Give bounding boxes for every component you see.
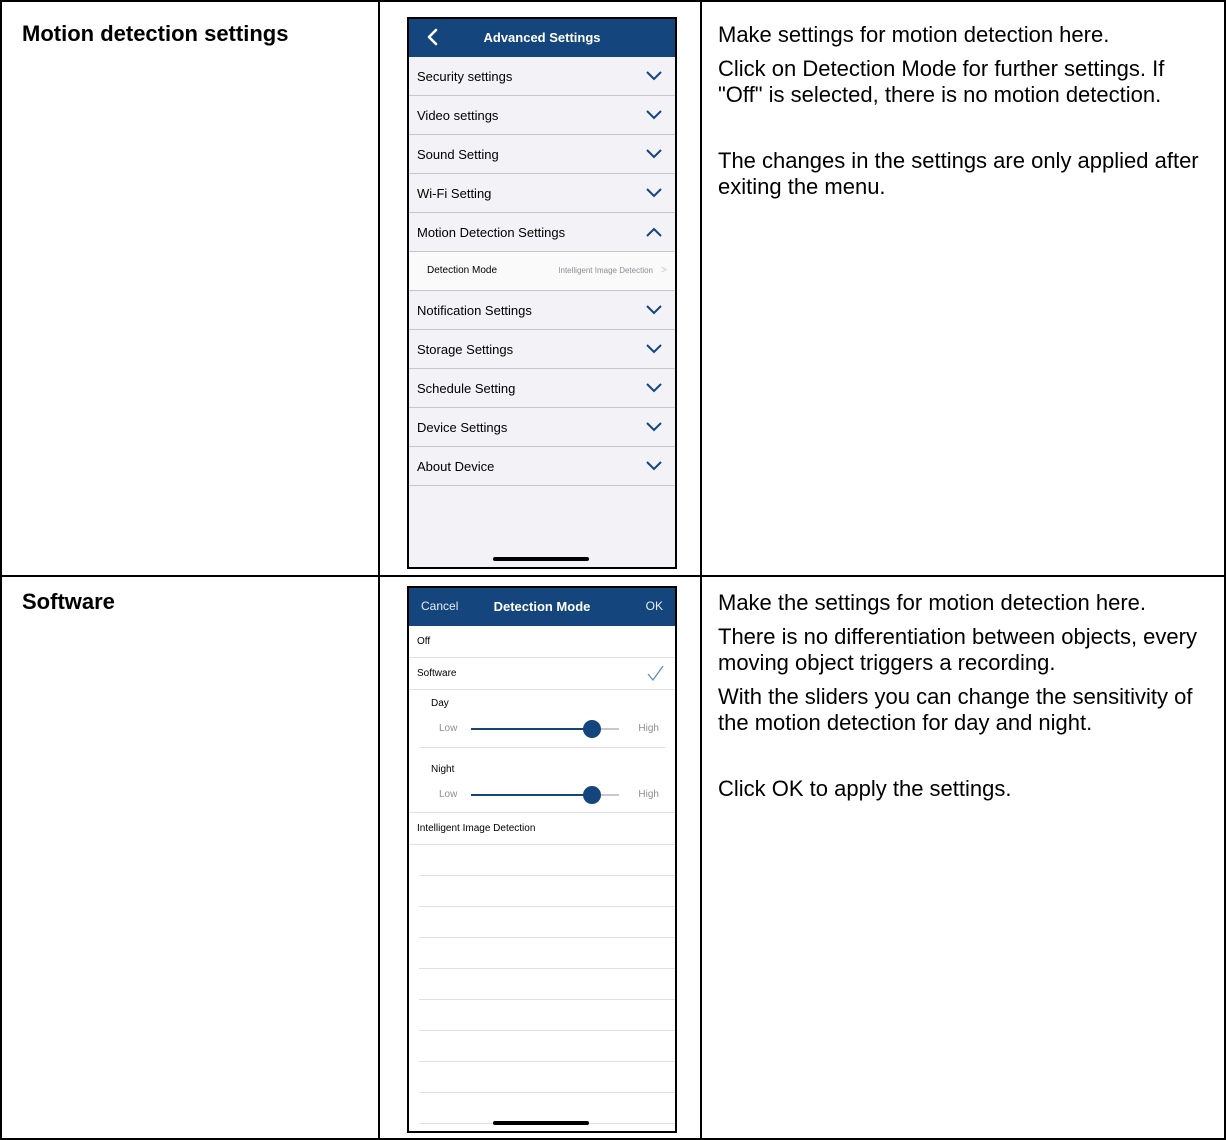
slider-high-label: High [638, 723, 659, 734]
slider-thumb[interactable] [583, 786, 602, 804]
night-sensitivity-slider[interactable]: Low High [419, 780, 659, 810]
settings-item-wifi[interactable]: Wi-Fi Setting [409, 174, 675, 213]
settings-item-label: Video settings [417, 108, 499, 123]
empty-row [419, 999, 675, 1031]
day-label: Day [431, 698, 449, 709]
settings-item-notification[interactable]: Notification Settings [409, 291, 675, 330]
chevron-down-icon [646, 149, 662, 159]
row2-paragraph: Click OK to apply the settings. [718, 776, 1012, 801]
option-label: Software [417, 668, 457, 679]
detection-mode-value: Intelligent Image Detection [558, 266, 653, 275]
row1-description: Make settings for motion detection here.… [718, 22, 1208, 208]
slider-thumb[interactable] [583, 720, 602, 738]
chevron-down-icon [646, 188, 662, 198]
settings-item-label: Device Settings [417, 420, 508, 435]
detection-mode-label: Detection Mode [427, 265, 498, 276]
settings-item-label: Security settings [417, 69, 513, 84]
settings-item-label: Schedule Setting [417, 381, 516, 396]
chevron-down-icon [646, 461, 662, 471]
ok-button[interactable]: OK [646, 599, 663, 613]
detection-mode-row[interactable]: Detection Mode Intelligent Image Detecti… [409, 252, 675, 291]
table-border-left [0, 0, 2, 1140]
advanced-settings-screenshot: Advanced Settings Security settings Vide… [407, 17, 677, 569]
settings-item-storage[interactable]: Storage Settings [409, 330, 675, 369]
divider [419, 747, 665, 748]
slider-fill [471, 794, 593, 796]
slider-fill [471, 728, 593, 730]
settings-item-sound[interactable]: Sound Setting [409, 135, 675, 174]
settings-item-video[interactable]: Video settings [409, 96, 675, 135]
chevron-down-icon [646, 110, 662, 120]
settings-item-label: Sound Setting [417, 147, 499, 162]
night-label: Night [431, 764, 455, 775]
row1-paragraph: Make settings for motion detection here. [718, 22, 1110, 47]
table-col-divider-2 [700, 0, 702, 1140]
table-row-divider [0, 575, 1226, 577]
option-label: Off [417, 636, 431, 647]
empty-row [419, 1030, 675, 1062]
slider-low-label: Low [439, 789, 458, 800]
settings-item-about[interactable]: About Device [409, 447, 675, 486]
empty-row [419, 1061, 675, 1093]
option-off[interactable]: Off [409, 626, 675, 658]
detection-mode-screenshot: Cancel Detection Mode OK Off Software Da… [407, 586, 677, 1133]
empty-row [419, 937, 675, 969]
slider-high-label: High [638, 789, 659, 800]
row1-title: Motion detection settings [22, 21, 289, 46]
option-label: Intelligent Image Detection [417, 823, 536, 834]
row2-description: Make the settings for motion detection h… [718, 590, 1208, 810]
option-intelligent-image-detection[interactable]: Intelligent Image Detection [409, 812, 675, 845]
nav-bar: Cancel Detection Mode OK [409, 588, 675, 626]
row2-paragraph: Make the settings for motion detection h… [718, 590, 1147, 615]
chevron-down-icon [646, 305, 662, 315]
settings-item-schedule[interactable]: Schedule Setting [409, 369, 675, 408]
chevron-down-icon [646, 344, 662, 354]
row1-paragraph: Click on Detection Mode for further sett… [718, 56, 1165, 107]
chevron-down-icon [646, 71, 662, 81]
settings-item-label: Storage Settings [417, 342, 514, 357]
slider-track [471, 786, 619, 804]
nav-title: Detection Mode [493, 599, 591, 614]
day-sensitivity-slider[interactable]: Low High [419, 714, 659, 744]
row2-paragraph: There is no differentiation between obje… [718, 624, 1197, 675]
chevron-right-icon: > [661, 265, 667, 276]
settings-item-label: Wi-Fi Setting [417, 186, 492, 201]
row1-paragraph: The changes in the settings are only app… [718, 148, 1199, 199]
home-indicator [493, 557, 589, 561]
empty-row [419, 906, 675, 938]
table-border-top [0, 0, 1226, 2]
settings-item-motion-detection[interactable]: Motion Detection Settings [409, 213, 675, 252]
chevron-down-icon [646, 422, 662, 432]
slider-low-label: Low [439, 723, 458, 734]
checkmark-icon [647, 665, 664, 681]
table-col-divider-1 [378, 0, 380, 1140]
option-software[interactable]: Software [409, 658, 675, 690]
settings-item-security[interactable]: Security settings [409, 57, 675, 96]
empty-row [419, 875, 675, 907]
chevron-up-icon [646, 227, 662, 237]
slider-track [471, 720, 619, 738]
settings-item-label: Notification Settings [417, 303, 532, 318]
chevron-down-icon [646, 383, 662, 393]
row2-paragraph: With the sliders you can change the sens… [718, 684, 1193, 735]
nav-title: Advanced Settings [483, 30, 601, 45]
empty-row [419, 968, 675, 1000]
row2-title: Software [22, 589, 115, 614]
empty-row [419, 844, 675, 876]
nav-bar: Advanced Settings [409, 19, 675, 57]
settings-item-label: About Device [417, 459, 495, 474]
empty-row [419, 1092, 675, 1124]
settings-item-label: Motion Detection Settings [417, 225, 566, 240]
home-indicator [493, 1121, 589, 1125]
settings-item-device[interactable]: Device Settings [409, 408, 675, 447]
